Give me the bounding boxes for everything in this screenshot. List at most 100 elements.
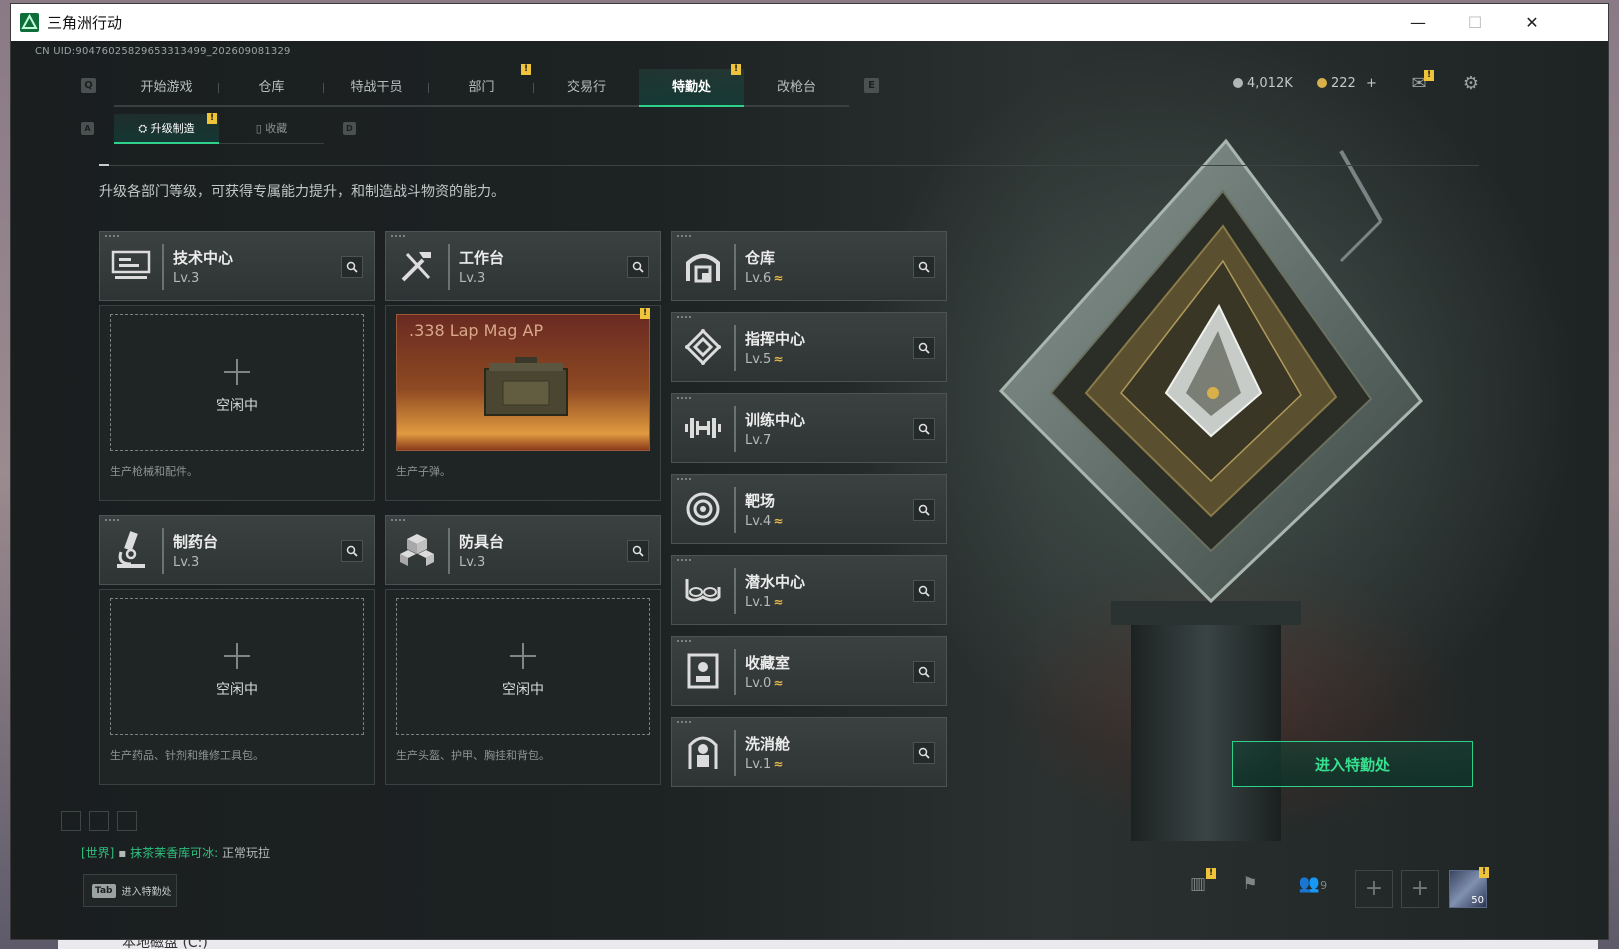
search-icon[interactable]: [913, 256, 935, 278]
production-slot-pharmacy[interactable]: 空闲中 生产药品、针剂和维修工具包。: [99, 589, 375, 785]
department-name: 靶场: [745, 492, 776, 510]
collection-icon: [682, 650, 724, 692]
quick-slot[interactable]: [61, 811, 81, 831]
card-separator: [162, 244, 164, 290]
search-icon[interactable]: [913, 337, 935, 359]
enter-special-ops-button[interactable]: 进入特勤处: [1232, 741, 1473, 787]
production-slot-armor-bench[interactable]: 空闲中 生产头盔、护甲、胸挂和背包。: [385, 589, 661, 785]
friends-icon[interactable]: 👥9: [1293, 871, 1333, 897]
department-card-pharmacy[interactable]: 制药台 Lv.3: [99, 515, 375, 585]
search-icon[interactable]: [627, 256, 649, 278]
nav-next-key-hint: E: [864, 78, 879, 93]
gold-amount: 222: [1331, 76, 1356, 91]
target-icon: [682, 488, 724, 530]
upgrade-arrow-icon: ≈: [773, 676, 784, 690]
slot-description: 生产枪械和配件。: [110, 465, 198, 478]
department-name: 收藏室: [745, 654, 791, 672]
card-corner-decoration: [677, 478, 693, 480]
subtab-collection[interactable]: ▯ 收藏: [219, 114, 324, 144]
tab-label: 特战干员: [350, 80, 403, 95]
department-level: Lv.4: [745, 514, 772, 529]
card-separator: [734, 325, 736, 371]
nav-prev-key-hint: Q: [81, 78, 96, 93]
department-level: Lv.3: [459, 271, 486, 286]
department-card-diving-center[interactable]: 潜水中心 Lv.1 ≈: [671, 555, 947, 625]
tab-warehouse[interactable]: 仓库: [219, 69, 324, 107]
close-button[interactable]: ✕: [1503, 4, 1561, 41]
gold-add-button[interactable]: +: [1366, 76, 1377, 91]
slot-description: 生产药品、针剂和维修工具包。: [110, 749, 264, 762]
department-level-row: Lv.0 ≈: [745, 676, 783, 691]
subtab-label: 收藏: [265, 122, 288, 135]
department-card-warehouse[interactable]: 仓库 Lv.6 ≈: [671, 231, 947, 301]
gold-currency[interactable]: 222 +: [1317, 76, 1377, 91]
tab-hint-label: 进入特勤处: [121, 887, 172, 898]
card-separator: [448, 244, 450, 290]
tab-gunsmith[interactable]: 改枪台: [744, 69, 849, 107]
armor-cubes-icon: [396, 529, 438, 571]
add-teammate-button[interactable]: +: [1355, 870, 1393, 908]
department-level: Lv.0: [745, 676, 772, 691]
subtab-upgrade-craft[interactable]: ⛭ 升级制造: [114, 114, 219, 144]
card-corner-decoration: [105, 519, 121, 521]
plus-icon: [224, 643, 250, 669]
maximize-button[interactable]: ☐: [1446, 4, 1504, 41]
department-name: 训练中心: [745, 411, 806, 429]
production-slot-tech-center[interactable]: 空闲中 生产枪械和配件。: [99, 305, 375, 501]
tab-special-ops[interactable]: 特勤处: [639, 69, 744, 107]
search-icon[interactable]: [913, 661, 935, 683]
upgrade-arrow-icon: ≈: [773, 757, 784, 771]
card-corner-decoration: [391, 519, 407, 521]
subtab-next-key-hint: D: [343, 122, 356, 135]
departments-notification-badge: !: [521, 64, 531, 75]
department-card-shooting-range[interactable]: 靶场 Lv.4 ≈: [671, 474, 947, 544]
search-icon[interactable]: [913, 499, 935, 521]
department-card-workbench[interactable]: 工作台 Lv.3: [385, 231, 661, 301]
minimize-button[interactable]: —: [1389, 4, 1447, 41]
search-icon[interactable]: [627, 540, 649, 562]
product-notification-badge: !: [640, 308, 650, 319]
card-separator: [734, 244, 736, 290]
tab-trading[interactable]: 交易行: [534, 69, 639, 107]
department-card-command-center[interactable]: 指挥中心 Lv.5 ≈: [671, 312, 947, 382]
department-card-armor-bench[interactable]: 防具台 Lv.3: [385, 515, 661, 585]
department-card-decontamination[interactable]: 洗消舱 Lv.1 ≈: [671, 717, 947, 787]
add-teammate-button[interactable]: +: [1401, 870, 1439, 908]
tab-departments[interactable]: 部门: [429, 69, 534, 107]
production-slot-workbench[interactable]: .338 Lap Mag AP ! 生产子弹。: [385, 305, 661, 501]
world-chat-line[interactable]: [世界] ▪ 抹茶茉香库可冰: 正常玩拉: [81, 844, 270, 861]
tab-label: 改枪台: [776, 80, 816, 95]
tab-enter-hint[interactable]: Tab 进入特勤处: [83, 874, 177, 907]
plus-icon: [510, 643, 536, 669]
search-icon[interactable]: [913, 418, 935, 440]
search-icon[interactable]: [341, 540, 363, 562]
upgrade-arrow-icon: ≈: [773, 514, 784, 528]
settings-gear-icon[interactable]: ⚙: [1459, 72, 1483, 96]
department-level: Lv.6: [745, 271, 772, 286]
slot-description: 生产头盔、护甲、胸挂和背包。: [396, 749, 550, 762]
department-level-row: Lv.6 ≈: [745, 271, 783, 286]
card-corner-decoration: [677, 397, 693, 399]
search-icon[interactable]: [913, 742, 935, 764]
slot-status: 空闲中: [502, 682, 544, 698]
flag-icon[interactable]: ⚑: [1237, 871, 1263, 897]
department-card-tech-center[interactable]: 技术中心 Lv.3: [99, 231, 375, 301]
card-corner-decoration: [391, 235, 407, 237]
product-in-progress[interactable]: .338 Lap Mag AP: [396, 314, 650, 451]
empty-slot-frame: 空闲中: [396, 598, 650, 735]
department-name: 技术中心: [173, 249, 234, 267]
quick-slot[interactable]: [117, 811, 137, 831]
slot-description: 生产子弹。: [396, 465, 451, 478]
department-level: Lv.1: [745, 757, 772, 772]
tab-operators[interactable]: 特战干员: [324, 69, 429, 107]
department-card-training-center[interactable]: 训练中心 Lv.7: [671, 393, 947, 463]
ammo-box-icon: [481, 355, 571, 417]
quick-slot[interactable]: [89, 811, 109, 831]
mail-notification-badge: !: [1424, 70, 1434, 81]
tab-label: 开始游戏: [140, 80, 193, 95]
tab-start-game[interactable]: 开始游戏: [114, 69, 219, 107]
department-card-collection-room[interactable]: 收藏室 Lv.0 ≈: [671, 636, 947, 706]
tab-key-badge: Tab: [92, 883, 116, 898]
search-icon[interactable]: [341, 256, 363, 278]
search-icon[interactable]: [913, 580, 935, 602]
